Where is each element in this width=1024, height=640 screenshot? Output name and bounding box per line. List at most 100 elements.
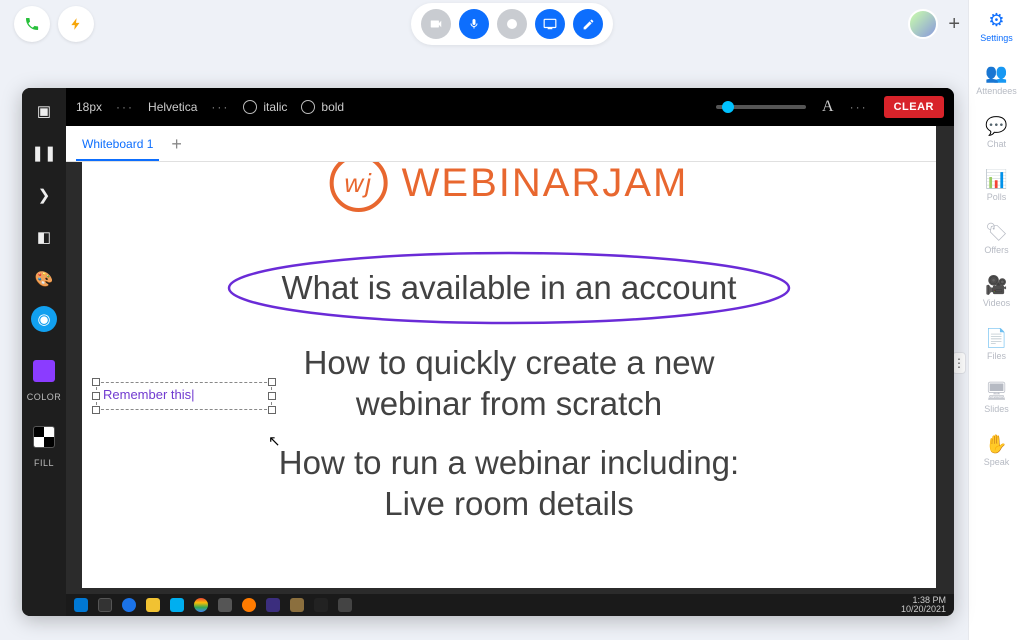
- people-icon: 👥: [985, 63, 1007, 84]
- more-icon[interactable]: ···: [116, 100, 134, 114]
- taskbar-icon[interactable]: [122, 598, 136, 612]
- resize-handle-se[interactable]: [268, 406, 276, 414]
- pencil-icon: [582, 18, 595, 31]
- screen-icon: [543, 17, 557, 31]
- resize-handle-w[interactable]: [92, 392, 100, 400]
- slider-knob[interactable]: [722, 101, 734, 113]
- phone-button[interactable]: [14, 6, 50, 42]
- clear-button[interactable]: CLEAR: [884, 96, 944, 118]
- slide-line-1: What is available in an account: [219, 248, 799, 328]
- more-icon[interactable]: ···: [850, 100, 868, 114]
- whiteboard-canvas[interactable]: wj WEBINARJAM What is available in an ac…: [82, 162, 936, 588]
- rail-speak[interactable]: ✋ Speak: [969, 430, 1024, 471]
- rail-label: Offers: [984, 245, 1008, 255]
- taskbar-icon[interactable]: [242, 598, 256, 612]
- hand-icon: ✋: [985, 434, 1007, 455]
- record-icon: [507, 19, 517, 29]
- add-tab-button[interactable]: +: [171, 134, 182, 161]
- fill-label: FILL: [34, 458, 54, 468]
- color-swatch[interactable]: [33, 360, 55, 382]
- rail-videos[interactable]: 🎥 Videos: [969, 271, 1024, 312]
- annotation-text[interactable]: Remember this: [103, 387, 195, 402]
- slides-icon: 🖥: [985, 381, 1008, 402]
- lightning-icon: [69, 17, 83, 31]
- rail-label: Videos: [983, 298, 1010, 308]
- resize-handle-e[interactable]: [268, 392, 276, 400]
- bold-toggle[interactable]: bold: [301, 100, 344, 114]
- bold-label: bold: [321, 100, 344, 114]
- pause-tool[interactable]: ❚❚: [29, 138, 59, 168]
- taskbar-icon[interactable]: [194, 598, 208, 612]
- font-family-field[interactable]: Helvetica: [148, 100, 197, 114]
- record-button[interactable]: [497, 9, 527, 39]
- taskbar-icon[interactable]: [218, 598, 232, 612]
- windows-taskbar: 1:38 PM 10/20/2021: [66, 594, 954, 616]
- resize-handle-sw[interactable]: [92, 406, 100, 414]
- font-size-field[interactable]: 18px: [76, 100, 102, 114]
- taskbar-clock: 1:38 PM 10/20/2021: [901, 596, 946, 614]
- mic-icon: [468, 18, 480, 30]
- rail-files[interactable]: 📄 Files: [969, 324, 1024, 365]
- taskbar-icon[interactable]: [290, 598, 304, 612]
- draw-button[interactable]: [573, 9, 603, 39]
- camera-off-button[interactable]: [421, 9, 451, 39]
- video-icon: 🎥: [985, 275, 1007, 296]
- flash-button[interactable]: [58, 6, 94, 42]
- text-color-icon[interactable]: A: [822, 98, 834, 116]
- rail-offers[interactable]: 🏷 Offers: [969, 218, 1024, 259]
- rail-attendees[interactable]: 👥 Attendees: [969, 59, 1024, 100]
- slides-tool[interactable]: ◧: [29, 222, 59, 252]
- tag-icon: 🏷: [985, 222, 1008, 243]
- present-tool[interactable]: ▣: [29, 96, 59, 126]
- taskbar-icon[interactable]: [98, 598, 112, 612]
- text-annotation-box[interactable]: Remember this: [96, 382, 272, 410]
- tab-whiteboard-1[interactable]: Whiteboard 1: [76, 127, 159, 161]
- target-tool[interactable]: ◉: [31, 306, 57, 332]
- taskbar-icon[interactable]: [146, 598, 160, 612]
- rail-label: Slides: [984, 404, 1009, 414]
- italic-label: italic: [263, 100, 287, 114]
- palette-tool[interactable]: 🎨: [29, 264, 59, 294]
- slide-line-3: How to run a webinar including: Live roo…: [82, 442, 936, 525]
- rail-polls[interactable]: 📊 Polls: [969, 165, 1024, 206]
- rail-label: Files: [987, 351, 1006, 361]
- rail-label: Polls: [987, 192, 1007, 202]
- collapse-rail-button[interactable]: ⋮: [952, 352, 966, 374]
- taskbar-icon[interactable]: [266, 598, 280, 612]
- fill-swatch[interactable]: [33, 426, 55, 448]
- taskbar-icon[interactable]: [170, 598, 184, 612]
- brand-mark: wj: [330, 162, 388, 212]
- brand-logo: wj WEBINARJAM: [330, 162, 689, 212]
- right-sidebar: ⚙ Settings 👥 Attendees 💬 Chat 📊 Polls 🏷 …: [968, 0, 1024, 640]
- add-presenter-button[interactable]: +: [948, 13, 960, 36]
- rail-label: Chat: [987, 139, 1006, 149]
- gear-icon: ⚙: [988, 10, 1004, 31]
- taskbar-icon[interactable]: [314, 598, 328, 612]
- italic-toggle[interactable]: italic: [243, 100, 287, 114]
- whiteboard-window: ▣ ❚❚ ❯ ◧ 🎨 ◉ COLOR FILL 18px ··· Helveti…: [22, 88, 954, 616]
- next-tool[interactable]: ❯: [29, 180, 59, 210]
- taskbar-icon[interactable]: [74, 598, 88, 612]
- opacity-slider[interactable]: [716, 105, 806, 109]
- mic-button[interactable]: [459, 9, 489, 39]
- taskbar-date: 10/20/2021: [901, 605, 946, 614]
- screen-share-button[interactable]: [535, 9, 565, 39]
- avatar[interactable]: [908, 9, 938, 39]
- resize-handle-ne[interactable]: [268, 378, 276, 386]
- meeting-controls: [411, 3, 613, 45]
- color-label: COLOR: [27, 392, 62, 402]
- phone-icon: [24, 16, 40, 32]
- resize-handle-nw[interactable]: [92, 378, 100, 386]
- rail-label: Speak: [984, 457, 1010, 467]
- video-icon: [429, 17, 443, 31]
- rail-chat[interactable]: 💬 Chat: [969, 112, 1024, 153]
- whiteboard-tabs: Whiteboard 1 +: [66, 126, 936, 162]
- rail-slides[interactable]: 🖥 Slides: [969, 377, 1024, 418]
- tool-strip: ▣ ❚❚ ❯ ◧ 🎨 ◉ COLOR FILL: [22, 88, 66, 616]
- poll-icon: 📊: [985, 169, 1007, 190]
- taskbar-icon[interactable]: [338, 598, 352, 612]
- more-icon[interactable]: ···: [211, 100, 229, 114]
- circled-headline: What is available in an account: [219, 248, 799, 328]
- file-icon: 📄: [985, 328, 1007, 349]
- rail-settings[interactable]: ⚙ Settings: [969, 6, 1024, 47]
